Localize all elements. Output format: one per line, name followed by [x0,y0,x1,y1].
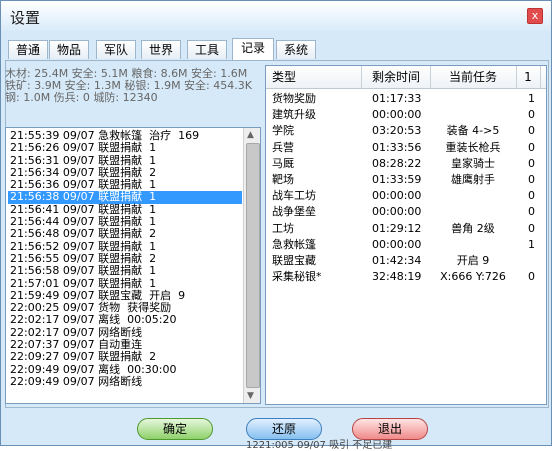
log-scrollbar[interactable]: ▲ ▼ [243,128,260,403]
scroll-down-icon[interactable]: ▼ [247,391,254,401]
task-count-cell: 0 [528,173,535,186]
task-row[interactable]: 联盟宝藏 01:42:34 开启 9 [266,253,546,269]
confirm-button[interactable]: 确定 [137,418,213,440]
task-count-cell: 1 [528,237,535,251]
task-type-cell: 建筑升级 [272,108,316,122]
log-entry[interactable]: 22:09:27 09/07 联盟捐献 2 [8,351,242,363]
task-time-cell: 01:29:12 [372,221,422,235]
task-type-cell: 货物奖励 [272,92,316,105]
header-current-task[interactable]: 当前任务 [430,66,517,88]
task-time-cell: 01:42:34 [372,254,422,267]
task-count-cell: 0 [528,140,535,154]
tab-items[interactable]: 物品 [49,40,89,59]
log-entry[interactable]: 22:02:17 09/07 离线 00:05:20 [8,314,242,326]
tab-world[interactable]: 世界 [141,40,181,59]
task-count-cell: 0 [528,156,535,170]
task-type-cell: 联盟宝藏 [272,254,316,267]
task-row[interactable]: 建筑升级 00:00:00 0 [266,107,546,123]
task-row[interactable]: 兵营 01:33:56 重装长枪兵 0 [266,140,546,156]
task-row[interactable]: 战车工坊 00:00:00 0 [266,188,546,204]
task-time-cell: 01:33:56 [372,140,422,154]
task-type-cell: 马厩 [272,156,294,170]
task-count-cell: 1 [528,92,535,105]
task-current-cell: 兽角 2级 [451,221,495,235]
task-time-cell: 00:00:00 [372,237,422,251]
task-type-cell: 战车工坊 [272,189,316,203]
task-count-cell: 0 [528,124,535,138]
tab-army[interactable]: 军队 [96,40,136,59]
task-row[interactable]: 马厩 08:28:22 皇家骑士 0 [266,156,546,172]
tab-system[interactable]: 系统 [276,40,316,59]
log-entry[interactable]: 21:56:26 09/07 联盟捐献 1 [8,142,242,154]
log-entry[interactable]: 21:56:38 09/07 联盟捐献 1 [8,191,242,204]
log-entry[interactable]: 21:57:01 09/07 联盟捐献 1 [8,277,242,290]
task-table: 类型 剩余时间 当前任务 1 货物奖励 01:17:33 1 建筑升级 00:00:00… [265,65,547,405]
settings-window: 设置 x 普通 物品 军队 世界 工具 记录 系统 木材: 25.4M 安全: … [0,0,552,446]
task-time-cell: 01:17:33 [372,92,422,105]
task-row[interactable]: 靶场 01:33:59 雄鹰射手 0 [266,172,546,188]
window-title: 设置 [10,9,41,27]
scroll-thumb[interactable] [246,143,260,388]
task-time-cell: 08:28:22 [372,156,422,170]
task-type-cell: 工坊 [272,221,294,235]
task-count-cell: 0 [528,270,535,284]
task-type-cell: 采集秘银* [272,270,322,284]
task-count-cell: 0 [528,221,535,235]
task-current-cell: 装备 4->5 [446,124,500,138]
tab-tools[interactable]: 工具 [187,40,227,59]
log-entry[interactable]: 22:09:49 09/07 网络断线 [8,375,242,388]
task-current-cell: X:666 Y:726 [440,270,506,284]
task-row[interactable]: 急救帐篷 00:00:00 1 [266,237,546,253]
task-time-cell: 00:00:00 [372,205,422,219]
task-type-cell: 靶场 [272,173,294,186]
title-bar: 设置 x [1,1,551,31]
task-count-cell: 0 [528,205,535,219]
close-icon[interactable]: x [527,8,543,24]
task-type-cell: 急救帐篷 [272,237,316,251]
task-current-cell: 皇家骑士 [451,156,495,170]
task-current-cell: 开启 9 [456,254,490,267]
task-current-cell: 雄鹰射手 [451,173,495,186]
log-entry[interactable]: 21:56:48 09/07 联盟捐献 2 [8,228,242,240]
exit-button[interactable]: 退出 [352,418,428,440]
task-table-header: 类型 剩余时间 当前任务 1 [266,66,546,89]
task-type-cell: 学院 [272,124,294,138]
header-type[interactable]: 类型 [266,66,362,88]
task-current-cell: 重装长枪兵 [445,140,501,154]
resource-stats: 木材: 25.4M 安全: 5.1M 粮食: 8.6M 安全: 1.6M 铁矿:… [5,68,261,104]
task-row[interactable]: 货物奖励 01:17:33 1 [266,91,546,107]
task-count-cell: 0 [528,108,535,122]
reset-button[interactable]: 还原 [246,418,322,440]
task-row[interactable]: 采集秘银* 32:48:19 X:666 Y:726 0 [266,269,546,285]
task-row[interactable]: 工坊 01:29:12 兽角 2级 0 [266,221,546,237]
task-count-cell: 0 [528,189,535,203]
header-remaining-time[interactable]: 剩余时间 [362,66,431,88]
task-time-cell: 03:20:53 [372,124,422,138]
task-row[interactable]: 学院 03:20:53 装备 4->5 0 [266,123,546,139]
task-time-cell: 01:33:59 [372,173,422,186]
scroll-up-icon[interactable]: ▲ [247,130,254,140]
task-type-cell: 战争堡垒 [272,205,316,219]
log-entry[interactable]: 21:56:58 09/07 联盟捐献 1 [8,265,242,277]
task-time-cell: 32:48:19 [372,270,422,284]
task-type-cell: 兵营 [272,140,294,154]
stats-line-3: 钢: 1.0M 伤兵: 0 城防: 12340 [5,91,158,104]
task-row[interactable]: 战争堡垒 00:00:00 0 [266,204,546,220]
tab-general[interactable]: 普通 [8,40,48,59]
tab-records[interactable]: 记录 [232,38,274,60]
task-time-cell: 00:00:00 [372,189,422,203]
task-time-cell: 00:00:00 [372,108,422,122]
event-log-rows: 21:55:39 09/07 急救帐篷 治疗 169 21:56:26 09/07… [8,129,242,388]
header-count[interactable]: 1 [516,66,541,88]
event-log-list[interactable]: 21:55:39 09/07 急救帐篷 治疗 169 21:56:26 09/07… [5,127,261,404]
